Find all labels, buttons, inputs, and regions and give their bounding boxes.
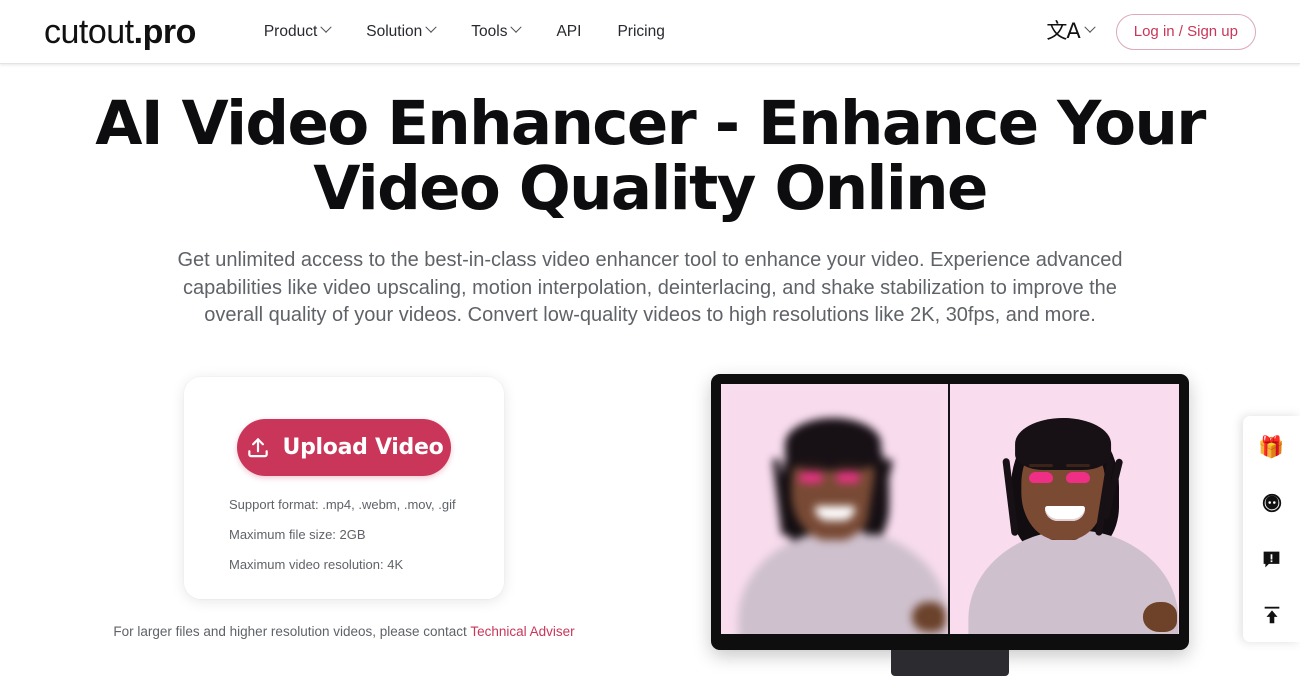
avatar-icon[interactable] xyxy=(1257,488,1287,518)
eye-makeup xyxy=(1028,472,1053,484)
back-to-top-icon[interactable] xyxy=(1257,600,1287,630)
main-navigation: Product Solution Tools API Pricing xyxy=(263,21,665,41)
portrait-illustration-blurred xyxy=(721,384,948,635)
back-to-top-glyph xyxy=(1264,606,1279,624)
hand xyxy=(912,602,946,633)
floating-action-dock: 🎁 xyxy=(1243,416,1300,642)
header-actions: 文A Log in / Sign up xyxy=(1046,13,1256,50)
chevron-down-icon xyxy=(320,21,332,33)
smile xyxy=(814,506,855,522)
preview-column xyxy=(644,374,1256,677)
upload-card: Upload Video Support format: .mp4, .webm… xyxy=(184,377,504,600)
max-file-size-note: Maximum file size: 2GB xyxy=(229,527,366,543)
logo[interactable]: cutout.pro xyxy=(44,15,196,49)
nav-item-tools[interactable]: Tools xyxy=(471,21,523,41)
nav-label: Product xyxy=(263,22,318,40)
feedback-glyph xyxy=(1263,551,1280,567)
technical-adviser-link[interactable]: Technical Adviser xyxy=(470,624,574,639)
gift-glyph: 🎁 xyxy=(1258,434,1285,459)
upload-icon xyxy=(247,438,268,458)
hair-top xyxy=(1014,418,1111,471)
hair-top xyxy=(784,418,881,471)
contact-prefix-text: For larger files and higher resolution v… xyxy=(113,624,471,640)
hero-section: AI Video Enhancer - Enhance Your Video Q… xyxy=(0,64,1300,329)
avatar-glyph xyxy=(1262,493,1281,513)
upload-column: Upload Video Support format: .mp4, .webm… xyxy=(44,377,644,639)
max-resolution-note: Maximum video resolution: 4K xyxy=(229,557,404,573)
nav-item-api[interactable]: API xyxy=(556,23,581,41)
language-selector[interactable]: 文A xyxy=(1046,19,1096,43)
monitor-frame xyxy=(711,374,1189,651)
chevron-down-icon xyxy=(425,21,437,33)
feedback-icon[interactable] xyxy=(1257,544,1287,574)
monitor-mockup xyxy=(711,374,1189,677)
translate-icon: 文A xyxy=(1046,19,1080,43)
preview-pane-after xyxy=(950,384,1179,635)
preview-pane-before xyxy=(721,384,950,635)
nav-item-pricing[interactable]: Pricing xyxy=(617,23,664,41)
upload-constraints: Support format: .mp4, .webm, .mov, .gif … xyxy=(184,498,504,588)
page-title: AI Video Enhancer - Enhance Your Video Q… xyxy=(95,88,1206,224)
contact-adviser-line: For larger files and higher resolution v… xyxy=(113,624,574,639)
smile xyxy=(1044,506,1085,522)
eye-makeup xyxy=(835,472,860,484)
support-format-note: Support format: .mp4, .webm, .mov, .gif xyxy=(229,497,456,513)
nav-label: Solution xyxy=(366,22,423,40)
nav-label: Pricing xyxy=(617,22,665,40)
nav-item-solution[interactable]: Solution xyxy=(366,21,437,41)
nav-item-product[interactable]: Product xyxy=(263,21,332,41)
chevron-down-icon xyxy=(510,21,523,33)
logo-text: cutout xyxy=(44,12,134,51)
page-subtitle: Get unlimited access to the best-in-clas… xyxy=(177,249,1123,327)
chevron-down-icon xyxy=(1084,21,1096,33)
hand xyxy=(1143,602,1177,633)
eye-makeup xyxy=(1065,472,1090,484)
nav-label: API xyxy=(556,22,582,40)
portrait-illustration-sharp xyxy=(950,384,1179,635)
logo-suffix: .pro xyxy=(133,12,197,51)
main-content: Upload Video Support format: .mp4, .webm… xyxy=(0,374,1300,677)
comparison-screen xyxy=(721,384,1179,635)
nav-label: Tools xyxy=(471,22,508,40)
upload-button-label: Upload Video xyxy=(282,435,444,461)
gift-icon[interactable]: 🎁 xyxy=(1257,432,1287,462)
upload-video-button[interactable]: Upload Video xyxy=(237,419,451,477)
site-header: cutout.pro Product Solution Tools API Pr… xyxy=(0,0,1300,64)
monitor-stand xyxy=(891,650,1009,677)
eye-makeup xyxy=(798,472,823,484)
login-signup-button[interactable]: Log in / Sign up xyxy=(1115,13,1256,50)
